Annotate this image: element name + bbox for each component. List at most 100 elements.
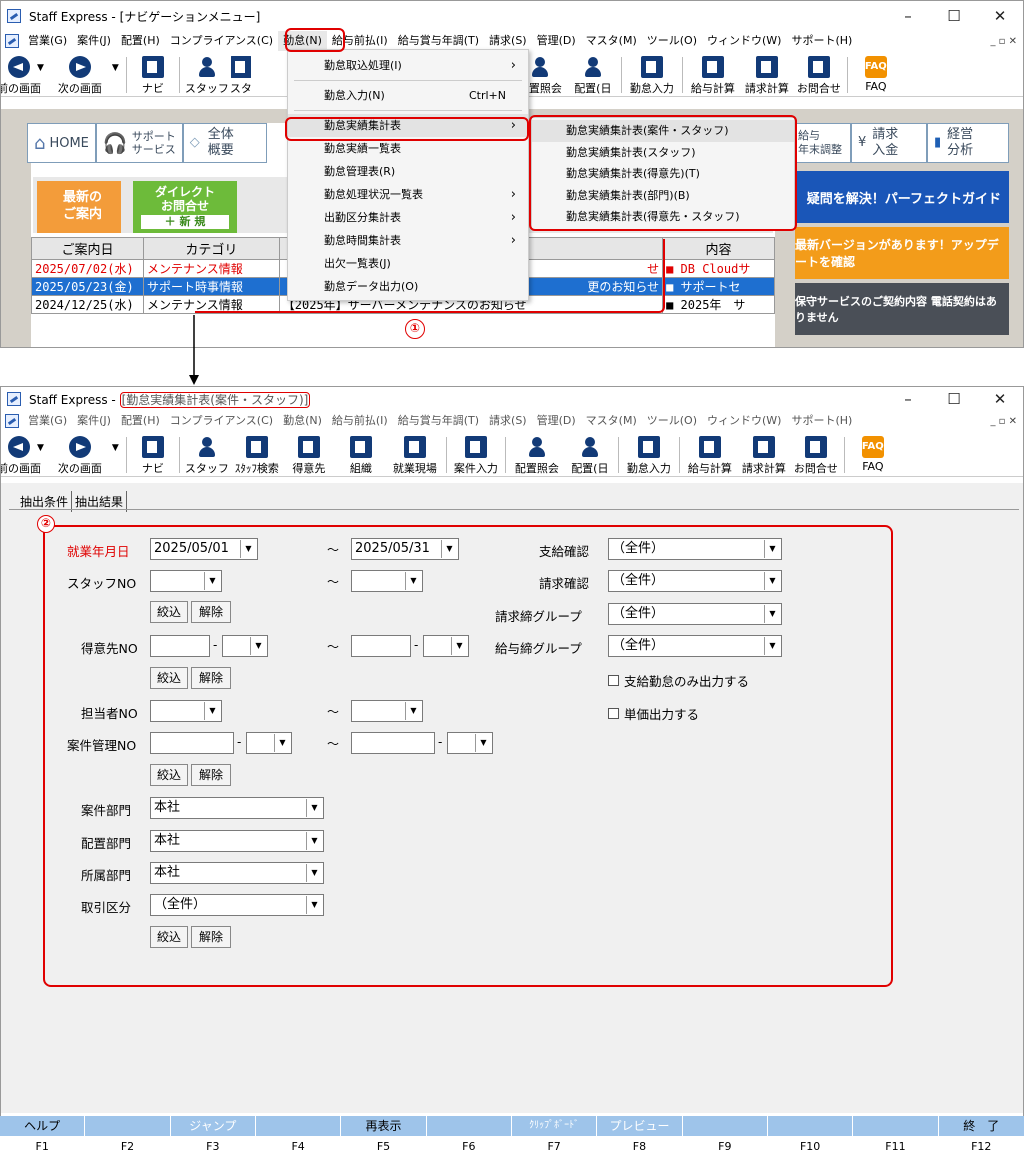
forward-dropdown-icon[interactable]: ▼ xyxy=(112,63,119,73)
client-no-to[interactable] xyxy=(351,635,411,657)
menu-window[interactable]: ウィンドウ(W) xyxy=(702,411,786,431)
back-button[interactable]: 前の画面 xyxy=(1,433,41,477)
inquiry-button[interactable]: お問合せ xyxy=(794,53,844,97)
payroll-calc-button[interactable]: 給与計算 xyxy=(683,433,737,477)
client-no-from[interactable] xyxy=(150,635,210,657)
fkey-f12[interactable]: 終 了 F12 xyxy=(938,1116,1024,1158)
dropdown-arrow-icon[interactable]: ▼ xyxy=(451,637,467,655)
nav-tab-support[interactable]: 🎧 サポート サービス xyxy=(95,123,183,163)
direct-inquiry-button[interactable]: ダイレクト お問合せ＋ 新 規 xyxy=(133,181,237,233)
fkey-f11[interactable]: F11 xyxy=(853,1116,939,1158)
menu-item-data-export[interactable]: 勤怠データ出力(O) xyxy=(288,275,528,298)
menu-item-work-hours[interactable]: 勤怠時間集計表 › xyxy=(288,229,528,252)
client-button[interactable]: 得意先 xyxy=(283,433,335,477)
placement-day-button[interactable]: 配置(日 xyxy=(565,433,615,477)
dropdown-arrow-icon[interactable]: ▼ xyxy=(405,702,421,720)
menu-item-attendance-summary[interactable]: 勤怠実績集計表 › xyxy=(288,114,528,137)
nav-tab-management[interactable]: ▮ 経営 分析 xyxy=(927,123,1009,163)
client-clear-button[interactable]: 解除 xyxy=(191,667,231,689)
fkey-f7[interactable]: ｸﾘｯﾌﾟﾎﾞｰﾄﾞ F7 xyxy=(511,1116,598,1158)
news-button[interactable]: 最新の ご案内 xyxy=(37,181,121,233)
case-no-to-sub[interactable]: ▼ xyxy=(447,732,493,754)
menu-case[interactable]: 案件(J) xyxy=(72,411,116,431)
fkey-f3[interactable]: ジャンプ F3 xyxy=(170,1116,256,1158)
staff-search-button[interactable]: スタ xyxy=(230,53,251,97)
placement-inquiry-button[interactable]: 配置照会 xyxy=(509,433,565,477)
date-from-field[interactable]: 2025/05/01 ▼ xyxy=(150,538,258,560)
menu-item-attendance-input[interactable]: 勤怠入力(N) Ctrl+N xyxy=(288,84,528,107)
fkey-f1[interactable]: ヘルプ F1 xyxy=(0,1116,86,1158)
bill-confirm-select[interactable]: （全件） ▼ xyxy=(608,570,782,592)
menu-tools[interactable]: ツール(O) xyxy=(642,411,702,431)
nav-tab-overview[interactable]: ◇ 全体 概要 xyxy=(182,123,267,163)
menu-payroll[interactable]: 給与賞与年調(T) xyxy=(393,31,484,51)
submenu-item-staff[interactable]: 勤怠実績集計表(スタッフ) xyxy=(532,142,794,164)
workplace-button[interactable]: 就業現場 xyxy=(387,433,443,477)
close-icon[interactable]: ✕ xyxy=(977,7,1023,25)
maximize-icon[interactable]: ☐ xyxy=(931,7,977,25)
forward-button[interactable]: 次の画面 xyxy=(48,433,112,477)
case-clear-button[interactable]: 解除 xyxy=(191,764,231,786)
menu-item-attendance-management[interactable]: 勤怠管理表(R) xyxy=(288,160,528,183)
menu-placement[interactable]: 配置(H) xyxy=(116,411,165,431)
trade-select[interactable]: （全件） ▼ xyxy=(150,894,324,916)
minimize-icon[interactable]: – xyxy=(885,390,931,408)
dropdown-arrow-icon[interactable]: ▼ xyxy=(764,572,780,590)
submenu-item-case-staff[interactable]: 勤怠実績集計表(案件・スタッフ) xyxy=(532,120,794,142)
bill-group-select[interactable]: （全件） ▼ xyxy=(608,603,782,625)
minimize-icon[interactable]: – xyxy=(885,7,931,25)
menu-sales[interactable]: 営業(G) xyxy=(23,31,72,51)
menu-item-import[interactable]: 勤怠取込処理(I) › xyxy=(288,54,528,77)
menu-sales[interactable]: 営業(G) xyxy=(23,411,72,431)
fkey-f9[interactable]: F9 xyxy=(682,1116,768,1158)
dropdown-arrow-icon[interactable]: ▼ xyxy=(764,540,780,558)
place-dept-select[interactable]: 本社 ▼ xyxy=(150,830,324,852)
menu-item-work-category[interactable]: 出勤区分集計表 › xyxy=(288,206,528,229)
dropdown-arrow-icon[interactable]: ▼ xyxy=(250,637,266,655)
fkey-f6[interactable]: F6 xyxy=(426,1116,512,1158)
navi-button[interactable]: ナビ xyxy=(130,53,176,97)
menu-tools[interactable]: ツール(O) xyxy=(642,31,702,51)
menu-admin[interactable]: 管理(D) xyxy=(532,411,581,431)
menu-support[interactable]: サポート(H) xyxy=(786,411,857,431)
case-no-from[interactable] xyxy=(150,732,234,754)
close-icon[interactable]: ✕ xyxy=(977,390,1023,408)
dept-filter-button[interactable]: 絞込 xyxy=(150,926,188,948)
fkey-f2[interactable]: F2 xyxy=(85,1116,171,1158)
case-input-button[interactable]: 案件入力 xyxy=(450,433,502,477)
case-no-from-sub[interactable]: ▼ xyxy=(246,732,292,754)
back-dropdown-icon[interactable]: ▼ xyxy=(37,443,44,453)
menu-window[interactable]: ウィンドウ(W) xyxy=(702,31,786,51)
submenu-item-client-staff[interactable]: 勤怠実績集計表(得意先・スタッフ) xyxy=(532,206,794,228)
menu-placement[interactable]: 配置(H) xyxy=(116,31,165,51)
nav-tab-billing[interactable]: ¥ 請求 入金 xyxy=(851,123,927,163)
menu-payroll[interactable]: 給与賞与年調(T) xyxy=(393,411,484,431)
dropdown-arrow-icon[interactable]: ▼ xyxy=(204,702,220,720)
dept-clear-button[interactable]: 解除 xyxy=(191,926,231,948)
dropdown-arrow-icon[interactable]: ▼ xyxy=(306,799,322,817)
fkey-f10[interactable]: F10 xyxy=(767,1116,854,1158)
menu-item-processing-status[interactable]: 勤怠処理状況一覧表 › xyxy=(288,183,528,206)
menu-item-attendance-list[interactable]: 勤怠実績一覧表 xyxy=(288,137,528,160)
faq-button[interactable]: FAQ FAQ xyxy=(848,433,898,477)
manager-no-from[interactable]: ▼ xyxy=(150,700,222,722)
billing-calc-button[interactable]: 請求計算 xyxy=(737,433,791,477)
update-banner[interactable]: 最新バージョンがあります！アップデートを確認 xyxy=(795,227,1009,279)
staff-no-from[interactable]: ▼ xyxy=(150,570,222,592)
dropdown-arrow-icon[interactable]: ▼ xyxy=(306,864,322,882)
back-dropdown-icon[interactable]: ▼ xyxy=(37,63,44,73)
fkey-f5[interactable]: 再表示 F5 xyxy=(341,1116,427,1158)
inquiry-button[interactable]: お問合せ xyxy=(791,433,841,477)
pay-group-select[interactable]: （全件） ▼ xyxy=(608,635,782,657)
menu-billing[interactable]: 請求(S) xyxy=(484,31,532,51)
menu-compliance[interactable]: コンプライアンス(C) xyxy=(165,31,278,51)
staff-search-button[interactable]: ｽﾀｯﾌ検索 xyxy=(231,433,283,477)
nav-tab-home[interactable]: ⌂ HOME xyxy=(27,123,96,163)
back-button[interactable]: 前の画面 xyxy=(1,53,41,97)
case-dept-select[interactable]: 本社 ▼ xyxy=(150,797,324,819)
dropdown-arrow-icon[interactable]: ▼ xyxy=(306,896,322,914)
fkey-f8[interactable]: プレビュー F8 xyxy=(597,1116,683,1158)
attendance-input-button[interactable]: 勤怠入力 xyxy=(622,433,676,477)
dropdown-arrow-icon[interactable]: ▼ xyxy=(306,832,322,850)
dropdown-arrow-icon[interactable]: ▼ xyxy=(764,637,780,655)
